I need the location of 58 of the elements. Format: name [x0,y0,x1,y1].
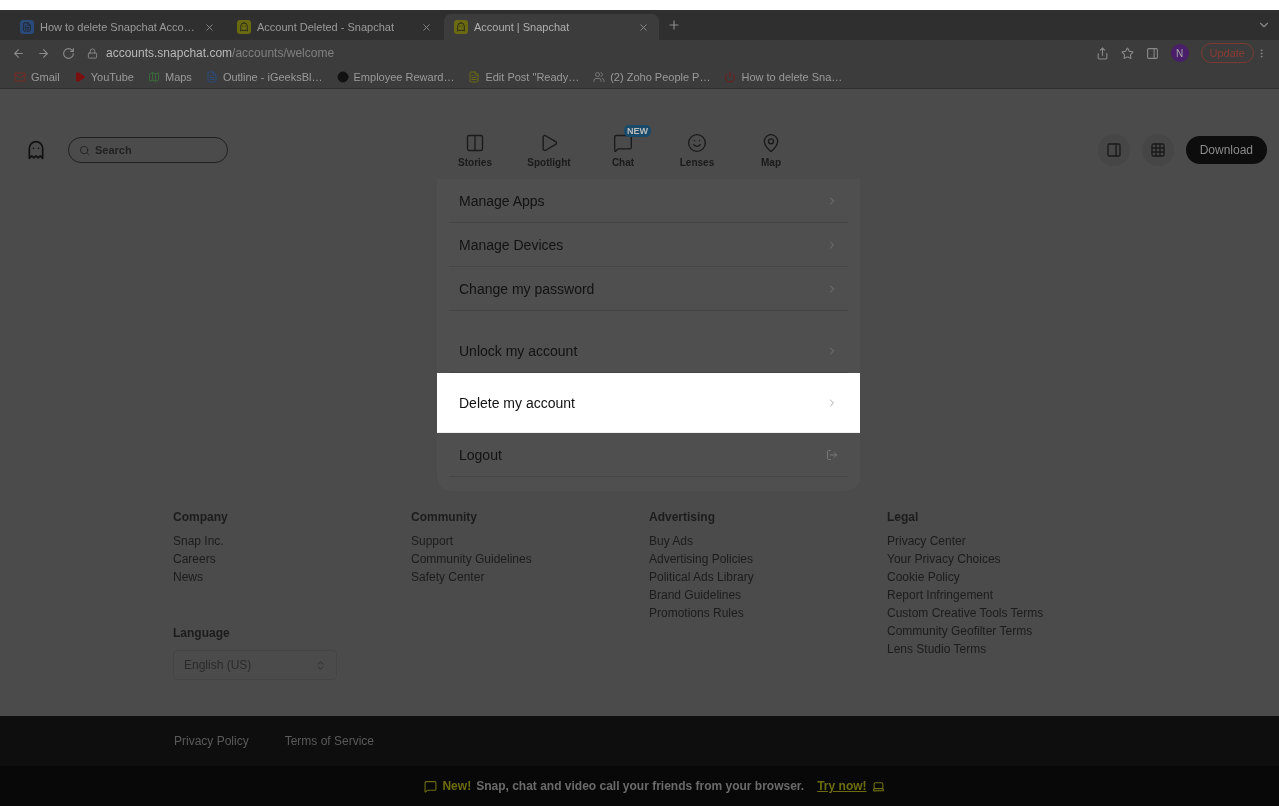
profile-avatar[interactable]: N [1170,44,1189,62]
columns-icon [465,132,485,153]
reload-icon[interactable] [62,46,75,60]
star-icon[interactable] [1120,46,1134,60]
address-field[interactable]: accounts.snapchat.com/accounts/welcome [106,46,335,60]
document-icon [205,71,218,83]
download-button[interactable]: Download [1185,136,1267,164]
forward-icon[interactable] [37,46,50,60]
document-icon [20,20,34,34]
lock-icon [87,47,98,59]
people-icon [593,71,606,83]
bookmark[interactable]: Maps [164,71,192,83]
smiley-icon [687,132,707,153]
chat-icon [424,779,438,793]
browser-tab[interactable]: How to delete Snapchat Acco… [10,14,225,40]
settings-item[interactable]: Logout [449,433,848,477]
bookmark[interactable]: YouTube [90,71,134,83]
grid-icon[interactable] [1141,134,1174,166]
back-icon[interactable] [12,46,25,60]
try-now-link[interactable]: Try now! [817,779,867,793]
mail-icon [14,71,26,83]
footer-link[interactable]: Privacy Policy [174,734,249,748]
close-icon[interactable] [204,21,215,33]
bookmark[interactable]: Gmail [31,71,60,83]
settings-item[interactable]: Manage Apps [449,179,848,223]
chat-icon [613,132,633,153]
new-badge: NEW [624,124,651,137]
plus-icon[interactable] [667,18,681,32]
browser-tab[interactable]: Account Deleted - Snapchat [227,14,442,40]
map-icon [147,71,160,83]
close-icon[interactable] [421,21,432,33]
map-pin-icon [761,132,781,153]
power-icon [724,71,737,83]
browser-tab[interactable]: Account | Snapchat [444,14,659,40]
side-panel-icon[interactable] [1145,46,1159,60]
bookmark[interactable]: How to delete Sna… [741,71,843,83]
bookmark[interactable]: Edit Post "Ready… [485,71,580,83]
search-icon [79,144,90,156]
footer-link[interactable]: Terms of Service [284,734,375,748]
ghost-icon[interactable] [26,140,46,160]
play-icon [73,71,86,83]
settings-item[interactable]: Manage Devices [449,223,848,267]
logout-icon [826,448,838,461]
ghost-icon [454,20,468,34]
panel-icon[interactable] [1097,134,1130,166]
document-icon [468,71,481,83]
share-icon[interactable] [1095,46,1109,60]
banner-text: Snap, chat and video call your friends from your browser. [476,779,805,793]
bookmark[interactable]: Employee Reward… [353,71,455,83]
close-icon[interactable] [638,21,649,33]
new-label: New! [442,779,472,793]
laptop-icon [871,779,885,793]
settings-item[interactable]: Delete my account [437,373,860,433]
bookmark[interactable]: Outline - iGeeksBl… [222,71,323,83]
settings-item[interactable]: Change my password [449,267,848,311]
circle-icon [336,71,349,83]
ghost-icon [237,20,251,34]
bookmark[interactable]: (2) Zoho People P… [610,71,711,83]
